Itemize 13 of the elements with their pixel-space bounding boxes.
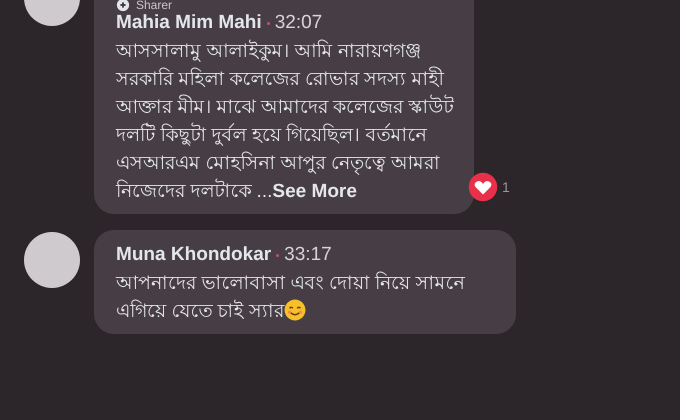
badge-icon bbox=[116, 0, 130, 12]
separator-dot-icon bbox=[276, 254, 280, 256]
comment-text: আসসালামু আলাইকুম। আমি নারায়ণগঞ্জ সরকারি মহিলা কলেজের রোভার সদস্য মাহী আক্তার মীম। মাঝে আমাদের কলেজের স্কাউট দলটি কিছুটা দুর্বল হয়ে গিয়েছিল। বর্তমানে এসআরএম মোহসিনা আপুর নেতৃত্বে আমরা নিজেদের দলটাকে ...See More bbox=[116, 38, 454, 204]
author-name[interactable]: Muna Khondokar bbox=[116, 244, 272, 266]
separator-dot-icon bbox=[266, 22, 270, 24]
comment-time[interactable]: 32:07 bbox=[274, 12, 322, 34]
author-name[interactable]: Mahia Mim Mahi bbox=[116, 12, 262, 34]
see-more-link[interactable]: See More bbox=[272, 181, 357, 202]
comment-text: আপনাদের ভালোবাসা এবং দোয়া নিয়ে সামনে এগিয়ে যেতে চাই স্যার bbox=[116, 270, 466, 324]
badge-label: Sharer bbox=[136, 0, 172, 12]
reaction-count: 1 bbox=[502, 179, 510, 195]
comment-time[interactable]: 33:17 bbox=[284, 244, 332, 266]
heart-reaction-icon[interactable] bbox=[468, 172, 498, 202]
